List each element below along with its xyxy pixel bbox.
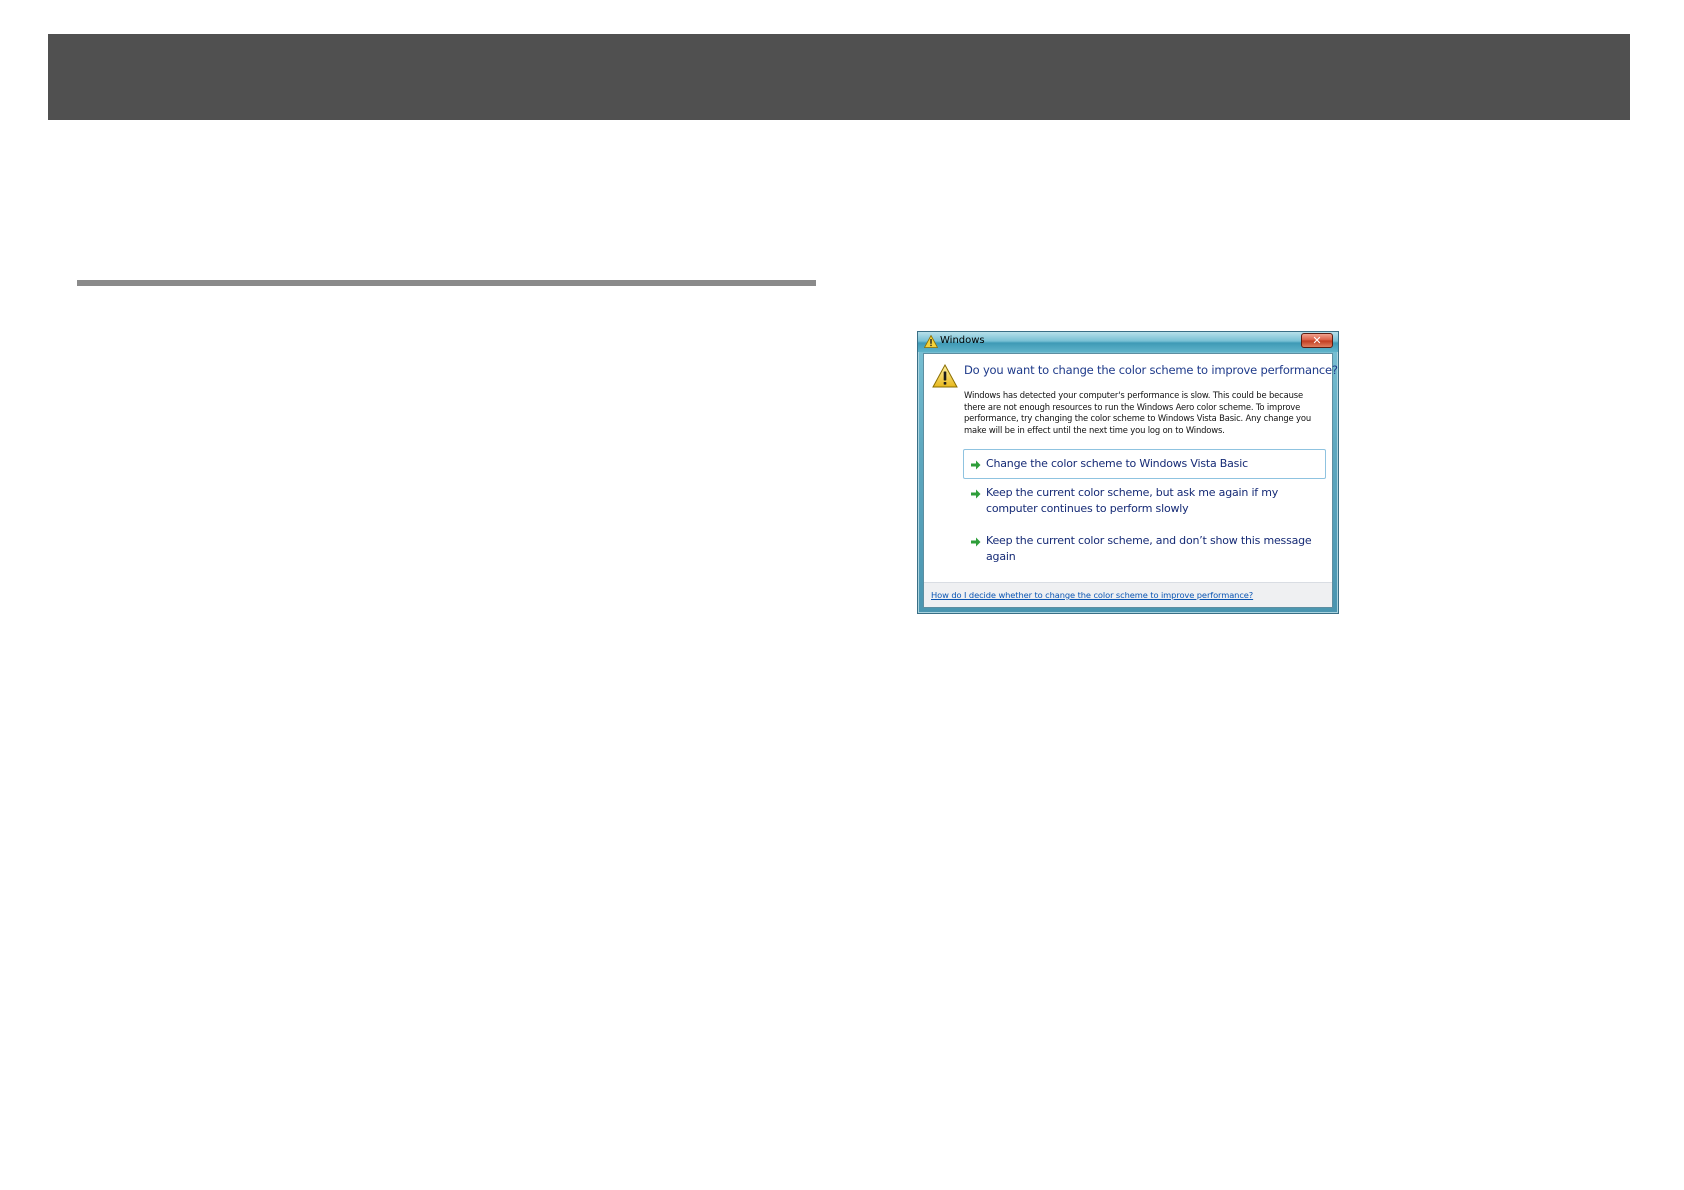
green-arrow-icon (971, 489, 981, 499)
option-switch-to-vista-basic[interactable]: Change the color scheme to Windows Vista… (963, 449, 1326, 479)
option-keep-and-dont-show[interactable]: Keep the current color scheme, and don’t… (963, 531, 1326, 569)
option-label: Keep the current color scheme, but ask m… (986, 486, 1279, 515)
close-button[interactable]: ✕ (1301, 333, 1333, 348)
main-instruction: Do you want to change the color scheme t… (964, 363, 1338, 377)
page-header-band (48, 34, 1630, 120)
green-arrow-icon (971, 537, 981, 547)
section-divider (77, 280, 816, 286)
dialog-title-bar[interactable]: Windows ✕ (918, 332, 1338, 352)
dialog-footer: How do I decide whether to change the co… (924, 582, 1332, 607)
color-scheme-dialog: Windows ✕ Do you want to change the colo… (917, 331, 1339, 614)
dialog-content-area: Do you want to change the color scheme t… (923, 353, 1338, 608)
option-label: Keep the current color scheme, and don’t… (986, 534, 1312, 563)
option-keep-and-ask-again[interactable]: Keep the current color scheme, but ask m… (963, 483, 1326, 521)
warning-icon (924, 335, 938, 348)
warning-icon (932, 364, 958, 388)
option-label: Change the color scheme to Windows Vista… (986, 457, 1248, 470)
green-arrow-icon (971, 460, 981, 470)
dialog-message: Windows has detected your computer's per… (964, 390, 1311, 435)
help-link[interactable]: How do I decide whether to change the co… (931, 590, 1253, 600)
dialog-title: Windows (940, 335, 985, 346)
